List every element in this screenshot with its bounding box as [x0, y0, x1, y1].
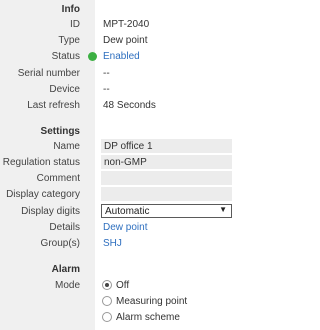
last-refresh-label: Last refresh: [27, 100, 80, 111]
status-row: Status Enabled: [0, 49, 249, 65]
device-label: Device: [49, 84, 80, 95]
details-row: Details Dew point: [0, 220, 249, 236]
alarm-mode-option-row: Measuring point: [0, 294, 249, 310]
details-link[interactable]: Dew point: [103, 222, 147, 233]
alarm-section-header-row: Alarm: [0, 263, 249, 279]
display-category-label: Display category: [6, 189, 80, 200]
groups-label: Group(s): [40, 238, 80, 249]
radio-measuring-point[interactable]: [102, 296, 112, 306]
name-row: Name DP office 1: [0, 139, 249, 155]
info-header: Info: [61, 4, 80, 15]
comment-label: Comment: [36, 173, 80, 184]
regulation-status-label: Regulation status: [2, 157, 80, 168]
alarm-mode-row: Mode Off: [0, 278, 249, 294]
id-row: ID MPT-2040: [0, 17, 249, 33]
type-row: Type Dew point: [0, 33, 249, 49]
alarm-mode-option-row: Alarm scheme: [0, 310, 249, 326]
name-input[interactable]: DP office 1: [101, 139, 232, 153]
last-refresh-value: 48 Seconds: [103, 100, 156, 111]
name-label: Name: [53, 141, 80, 152]
serial-number-value: --: [103, 68, 110, 79]
settings-header: Settings: [40, 126, 80, 137]
display-digits-row: Display digits Automatic ▼: [0, 204, 249, 220]
groups-link[interactable]: SHJ: [103, 238, 122, 249]
comment-input[interactable]: [101, 171, 232, 185]
device-row: Device --: [0, 82, 249, 98]
regulation-status-input[interactable]: non-GMP: [101, 155, 232, 169]
id-label: ID: [70, 19, 80, 30]
radio-measuring-point-label[interactable]: Measuring point: [116, 296, 187, 307]
last-refresh-row: Last refresh 48 Seconds: [0, 98, 249, 114]
regulation-status-row: Regulation status non-GMP: [0, 155, 249, 171]
dropdown-arrow-icon: ▼: [219, 205, 227, 214]
type-value: Dew point: [103, 35, 148, 46]
radio-alarm-scheme-label[interactable]: Alarm scheme: [116, 312, 180, 323]
comment-row: Comment: [0, 171, 249, 187]
display-digits-select[interactable]: Automatic ▼: [101, 204, 232, 218]
groups-row: Group(s) SHJ: [0, 236, 249, 252]
details-label: Details: [49, 222, 80, 233]
type-label: Type: [58, 35, 80, 46]
id-value: MPT-2040: [103, 19, 150, 30]
status-indicator-icon: [88, 52, 97, 61]
radio-alarm-scheme[interactable]: [102, 312, 112, 322]
display-category-input[interactable]: [101, 187, 232, 201]
alarm-mode-label: Mode: [54, 280, 80, 291]
display-category-row: Display category: [0, 187, 249, 203]
radio-off[interactable]: [102, 280, 112, 290]
display-digits-label: Display digits: [21, 206, 80, 217]
alarm-header: Alarm: [51, 264, 80, 275]
status-value-link[interactable]: Enabled: [103, 51, 140, 62]
serial-number-label: Serial number: [17, 68, 80, 79]
display-digits-selected-value: Automatic: [105, 206, 150, 217]
device-value: --: [103, 84, 110, 95]
serial-number-row: Serial number --: [0, 66, 249, 82]
status-label: Status: [51, 51, 80, 62]
radio-off-label[interactable]: Off: [116, 280, 129, 291]
